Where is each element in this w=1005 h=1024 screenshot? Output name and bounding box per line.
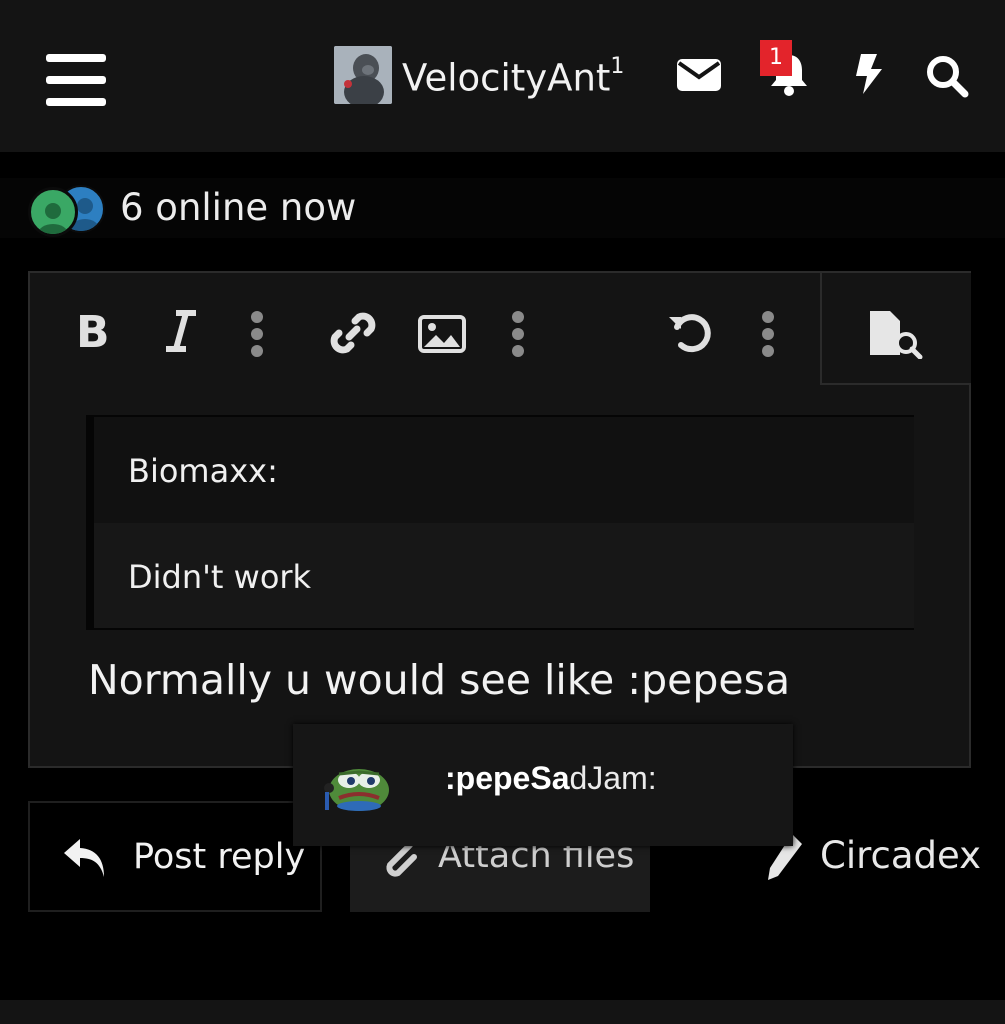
online-count[interactable]: 6 online now (120, 186, 356, 230)
quote-block: Biomaxx: Didn't work (86, 415, 914, 630)
emoji-name-match: :pepeSa (445, 760, 570, 796)
emoji-name-rest: dJam: (569, 760, 657, 796)
quote-body: Didn't work (94, 523, 914, 628)
reply-icon (64, 839, 104, 877)
quote-author[interactable]: Biomaxx: (128, 451, 278, 491)
search-icon[interactable] (925, 54, 969, 98)
online-user-avatar[interactable] (28, 187, 78, 237)
draft-text[interactable]: Normally u would see like :pepesa (88, 655, 790, 705)
emoji-name: :pepeSadJam: (445, 758, 657, 798)
preview-toggle[interactable] (820, 273, 971, 385)
username-text: VelocityAnt (402, 56, 611, 100)
hamburger-menu-icon[interactable] (46, 54, 106, 106)
emoji-suggestion[interactable]: :pepeSadJam: (293, 724, 793, 846)
more-vertical-icon[interactable] (250, 311, 264, 357)
quote-header: Biomaxx: (94, 417, 914, 523)
link-icon[interactable] (329, 309, 377, 357)
reply-editor[interactable]: B Biomaxx: Didn't work Normally u would … (28, 271, 971, 768)
post-reply-button[interactable]: Post reply (28, 801, 322, 912)
bolt-icon[interactable] (853, 52, 885, 96)
bold-icon[interactable]: B (74, 309, 112, 353)
quote-text: Didn't work (128, 558, 312, 596)
username-suffix: 1 (610, 54, 625, 79)
post-reply-label: Post reply (133, 837, 306, 877)
more-vertical-icon[interactable] (511, 311, 525, 357)
username[interactable]: VelocityAnt1 (402, 48, 624, 101)
image-icon[interactable] (418, 315, 466, 353)
editor-toolbar: B (30, 273, 820, 385)
more-vertical-icon[interactable] (761, 311, 775, 357)
top-navigation-bar: VelocityAnt1 1 (0, 0, 1005, 152)
preview-icon (870, 311, 923, 359)
undo-icon[interactable] (667, 309, 715, 357)
envelope-icon[interactable] (677, 57, 721, 93)
author-name: Circadex (820, 834, 982, 877)
bottom-strip (0, 1000, 1005, 1024)
user-avatar[interactable] (334, 46, 392, 104)
notification-badge: 1 (760, 40, 792, 76)
emoji-autocomplete-popup: :pepeSadJam: (293, 724, 793, 846)
italic-icon[interactable] (164, 309, 198, 353)
svg-text:B: B (76, 309, 110, 353)
pepe-sad-jam-emoji-icon (324, 769, 389, 811)
